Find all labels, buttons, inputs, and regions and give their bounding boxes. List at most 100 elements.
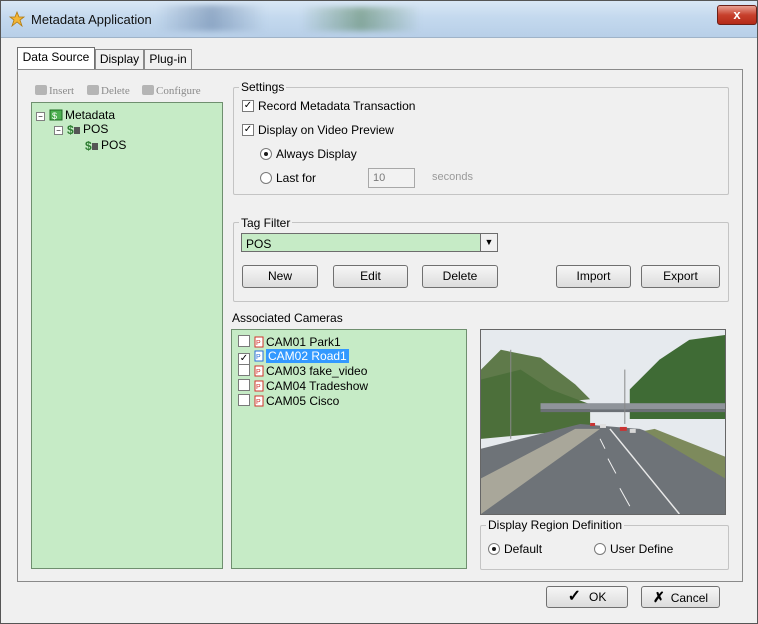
svg-text:P: P [256,340,261,347]
seconds-label: seconds [432,171,473,183]
data-source-tree[interactable]: − $ Metadata − $ POS $ POS [31,102,223,569]
ip-camera-icon: P [254,395,264,407]
edit-tag-button[interactable]: Edit [333,265,408,288]
camera-item[interactable]: P CAM01 Park1 [238,335,341,349]
svg-text:P: P [256,369,261,376]
always-display-radio[interactable] [260,148,272,160]
new-tag-button[interactable]: New [242,265,318,288]
last-for-label: Last for [276,171,317,185]
tree-label: Metadata [65,108,116,122]
configure-label: Configure [156,85,201,97]
last-for-radio[interactable] [260,172,272,184]
ip-camera-icon: P [254,350,264,362]
edit-tag-label: Edit [360,269,381,283]
tab-display[interactable]: Display [95,49,144,69]
pos-icon: $ [67,123,80,135]
app-icon [9,11,25,27]
configure-button[interactable]: Configure [142,85,201,99]
close-button[interactable]: x [717,5,757,25]
export-label: Export [663,269,698,283]
svg-text:P: P [256,384,261,391]
delete-button[interactable]: Delete [87,85,130,99]
import-label: Import [576,269,611,283]
last-for-value: 10 [373,172,386,184]
tab-label: Plug-in [149,52,187,66]
tree-node-pos[interactable]: $ POS [67,122,108,136]
record-metadata-label: Record Metadata Transaction [258,99,416,113]
camera-label: CAM02 Road1 [266,349,349,363]
collapse-toggle[interactable]: − [54,126,63,135]
cancel-label: Cancel [670,591,709,605]
svg-text:$: $ [85,139,92,151]
insert-button[interactable]: Insert [35,85,74,99]
camera-item[interactable]: P CAM03 fake_video [238,364,367,378]
ip-camera-icon: P [254,365,264,377]
default-region-radio[interactable] [488,543,500,555]
camera-label: CAM05 Cisco [266,394,340,408]
tag-filter-title: Tag Filter [239,216,293,230]
svg-text:$: $ [67,123,74,135]
import-button[interactable]: Import [556,265,631,288]
default-region-label: Default [504,542,543,556]
camera-label: CAM01 Park1 [266,335,341,349]
title-bar-blur [156,5,266,31]
cancel-x-icon: ✗ [652,589,665,605]
export-button[interactable]: Export [641,265,720,288]
tree-node-metadata[interactable]: $ Metadata [49,108,115,122]
camera-checkbox[interactable] [238,335,250,347]
svg-text:P: P [256,399,261,406]
close-icon: x [733,7,741,22]
associated-cameras-title: Associated Cameras [232,311,343,325]
insert-icon [35,85,47,95]
title-bar[interactable]: Metadata Application x [1,1,757,38]
camera-preview-image [480,329,726,515]
display-preview-checkbox[interactable]: ✓ [242,124,254,136]
tab-data-source[interactable]: Data Source [17,47,95,70]
delete-tag-button[interactable]: Delete [422,265,498,288]
camera-checkbox[interactable] [238,364,250,376]
delete-tag-label: Delete [442,269,478,283]
metadata-icon: $ [49,109,63,121]
tree-node-pos-leaf[interactable]: $ POS [85,138,126,152]
camera-checkbox[interactable] [238,394,250,406]
always-display-label: Always Display [276,147,357,161]
new-tag-label: New [267,269,292,283]
display-region-title: Display Region Definition [486,518,625,532]
tag-filter-value: POS [246,237,272,251]
tree-label: POS [83,122,109,136]
user-define-region-label: User Define [610,542,674,556]
settings-title: Settings [239,80,287,94]
ok-label: OK [589,590,607,604]
ok-button[interactable]: ✓ OK [546,586,628,608]
camera-item[interactable]: ✓ P CAM02 Road1 [238,349,349,365]
last-for-seconds-input[interactable]: 10 [368,168,415,188]
metadata-application-window: Metadata Application x Data Source Displ… [0,0,758,624]
ip-camera-icon: P [254,380,264,392]
tab-plug-in[interactable]: Plug-in [144,49,192,69]
delete-label: Delete [101,85,130,97]
ip-camera-icon: P [254,336,264,348]
insert-label: Insert [49,85,75,97]
camera-label: CAM03 fake_video [266,364,368,378]
configure-icon [142,85,154,95]
delete-icon [87,85,99,95]
window-title: Metadata Application [31,12,152,27]
user-define-region-radio[interactable] [594,543,606,555]
svg-text:P: P [256,354,261,361]
display-preview-label: Display on Video Preview [258,123,394,137]
record-metadata-checkbox[interactable]: ✓ [242,100,254,112]
camera-item[interactable]: P CAM05 Cisco [238,394,339,408]
camera-label: CAM04 Tradeshow [266,379,369,393]
tag-filter-dropdown[interactable]: POS ▼ [241,233,498,252]
collapse-toggle[interactable]: − [36,112,45,121]
checkmark-icon: ✓ [567,588,582,605]
tab-label: Display [99,52,140,66]
camera-list[interactable]: P CAM01 Park1 ✓ P CAM02 Road1 P CAM03 fake_v… [231,329,467,569]
chevron-down-icon[interactable]: ▼ [480,234,497,251]
camera-item[interactable]: P CAM04 Tradeshow [238,379,368,393]
camera-checkbox[interactable] [238,379,250,391]
pos-device-icon: $ [85,139,98,151]
tree-label: POS [101,138,127,152]
title-bar-blur [301,7,421,31]
cancel-button[interactable]: ✗ Cancel [641,586,720,608]
